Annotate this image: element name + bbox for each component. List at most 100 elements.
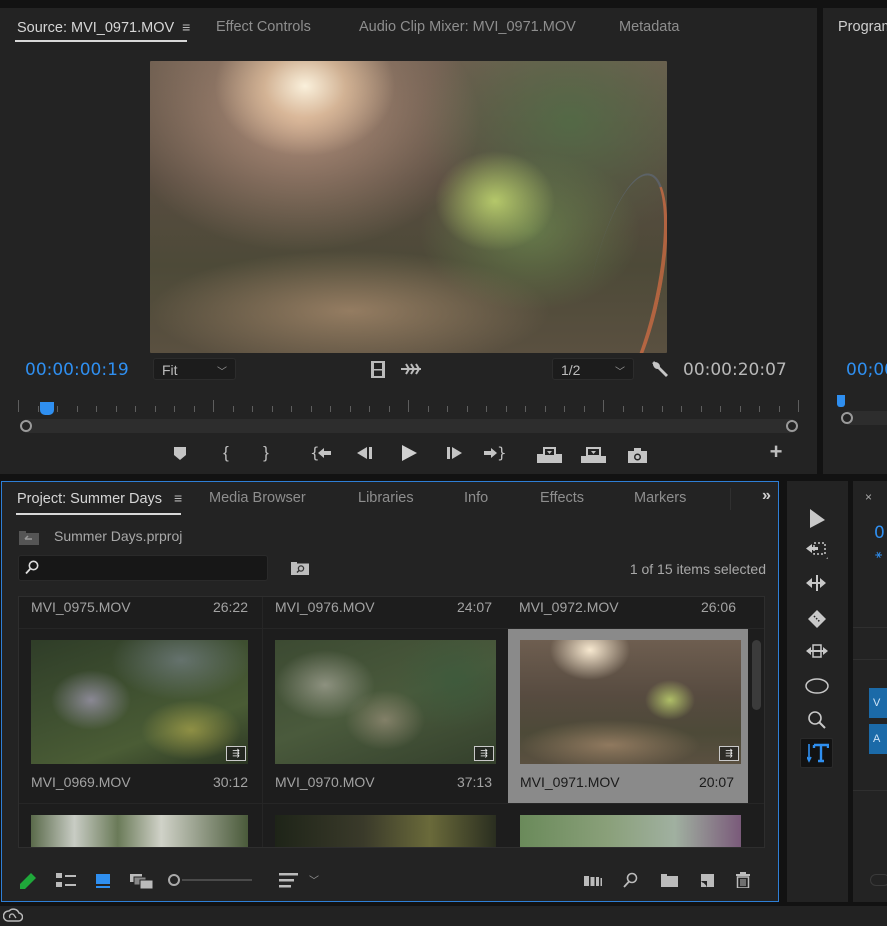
step-forward-button[interactable] <box>444 445 464 461</box>
item-thumbnail[interactable] <box>520 815 741 847</box>
tab-markers[interactable]: Markers <box>634 490 686 506</box>
tab-effects[interactable]: Effects <box>540 490 584 506</box>
project-item[interactable]: ⇶ MVI_0970.MOV 37:13 <box>263 629 506 803</box>
button-editor-add-button[interactable]: + <box>766 439 786 464</box>
snap-icon[interactable]: ⚹ <box>875 547 882 562</box>
tab-source[interactable]: Source: MVI_0971.MOV ≡ <box>17 19 190 36</box>
play-button[interactable] <box>399 444 419 462</box>
automate-to-sequence-icon[interactable] <box>583 874 603 888</box>
project-item[interactable]: MVI_0976.MOV 24:07 <box>263 597 506 627</box>
item-thumbnail[interactable] <box>275 815 496 847</box>
program-playhead[interactable] <box>837 395 845 407</box>
program-scroll-bar[interactable] <box>847 411 887 425</box>
parent-folder-icon[interactable] <box>18 529 40 545</box>
project-items-grid[interactable]: MVI_0975.MOV 26:22 MVI_0976.MOV 24:07 MV… <box>18 596 765 848</box>
thumbnail-size-slider[interactable] <box>182 879 252 881</box>
active-tab-underline <box>16 513 181 515</box>
freeform-view-icon[interactable] <box>130 873 154 889</box>
tools-panel <box>787 481 848 902</box>
razor-tool-icon[interactable] <box>806 608 828 630</box>
thumbnail-size-slider-handle[interactable] <box>168 874 180 886</box>
ripple-edit-tool-icon[interactable] <box>805 574 829 594</box>
panel-menu-icon[interactable]: ≡ <box>182 19 190 35</box>
project-item-selected[interactable]: ⇶ MVI_0971.MOV 20:07 <box>508 629 748 803</box>
go-to-in-button[interactable]: { <box>310 444 332 462</box>
timeline-timecode[interactable]: 0 <box>874 523 885 543</box>
creative-cloud-icon[interactable] <box>2 908 24 926</box>
write-protect-pencil-icon[interactable] <box>18 871 38 891</box>
item-thumbnail[interactable] <box>31 815 248 847</box>
track-target-audio[interactable]: A <box>869 724 887 754</box>
delete-trash-icon[interactable] <box>735 871 751 889</box>
playhead-marker[interactable] <box>40 402 54 415</box>
close-sequence-icon[interactable]: × <box>865 490 872 504</box>
sort-icons-icon[interactable] <box>278 872 298 888</box>
scroll-handle-left[interactable] <box>20 420 32 432</box>
scroll-handle-right[interactable] <box>786 420 798 432</box>
ruler-tick <box>96 406 97 412</box>
tab-program[interactable]: Program <box>838 19 887 35</box>
drag-audio-only-icon[interactable] <box>400 361 422 377</box>
ruler-tick <box>700 406 702 412</box>
vertical-type-tool-button[interactable] <box>800 738 833 768</box>
overflow-tabs-icon[interactable]: » <box>762 487 771 505</box>
new-bin-folder-icon[interactable] <box>659 873 679 887</box>
timeline-zoom-scrollbar[interactable] <box>870 874 887 886</box>
zoom-level-dropdown[interactable]: Fit ﹀ <box>153 358 236 380</box>
tab-libraries[interactable]: Libraries <box>358 490 414 506</box>
project-item[interactable]: ⇶ MVI_0969.MOV 30:12 <box>19 629 262 803</box>
sort-chevron-down-icon[interactable]: ﹀ <box>309 872 319 887</box>
export-frame-camera-button[interactable] <box>627 446 647 464</box>
ruler-tick <box>37 406 39 412</box>
find-icon[interactable] <box>622 872 638 888</box>
source-video-frame[interactable] <box>150 61 667 353</box>
program-timecode[interactable]: 00;00 <box>846 360 887 380</box>
svg-text:}: } <box>497 445 506 461</box>
active-tab-underline <box>15 40 187 42</box>
ruler-tick <box>720 406 721 412</box>
tab-project-label: Project: Summer Days <box>17 491 163 507</box>
track-select-tool-icon[interactable] <box>805 540 829 560</box>
grid-scrollbar[interactable] <box>752 640 761 710</box>
search-input[interactable] <box>18 555 268 581</box>
item-name: MVI_0970.MOV <box>275 774 375 790</box>
project-item[interactable]: MVI_0972.MOV 26:06 <box>507 597 750 627</box>
icon-view-icon[interactable] <box>95 872 111 890</box>
selection-tool-icon[interactable] <box>807 507 827 529</box>
new-item-icon[interactable] <box>699 872 715 888</box>
tab-effect-controls[interactable]: Effect Controls <box>216 19 311 35</box>
zoom-scroll-bar[interactable] <box>25 419 793 433</box>
ellipse-tool-icon[interactable] <box>804 676 830 696</box>
timeline-panel: × 0 ⚹ V A <box>853 481 887 902</box>
go-to-out-button[interactable]: } <box>484 444 506 462</box>
item-thumbnail[interactable]: ⇶ <box>520 640 741 764</box>
list-view-icon[interactable] <box>55 872 77 888</box>
tab-media-browser[interactable]: Media Browser <box>209 490 306 506</box>
mark-in-button[interactable]: { <box>218 443 234 462</box>
wrench-settings-icon[interactable] <box>650 359 670 379</box>
slip-tool-icon[interactable] <box>805 642 829 662</box>
tab-project[interactable]: Project: Summer Days ≡ <box>17 490 182 507</box>
project-item[interactable]: MVI_0975.MOV 26:22 <box>19 597 262 627</box>
tab-info[interactable]: Info <box>464 490 488 506</box>
mark-out-button[interactable]: } <box>258 443 274 462</box>
time-ruler[interactable] <box>18 400 799 412</box>
tab-metadata[interactable]: Metadata <box>619 19 679 35</box>
program-scroll-handle[interactable] <box>841 412 853 424</box>
item-thumbnail[interactable]: ⇶ <box>31 640 248 764</box>
panel-menu-icon[interactable]: ≡ <box>174 490 182 506</box>
overwrite-button[interactable] <box>580 446 606 464</box>
zoom-tool-icon[interactable] <box>805 709 829 731</box>
current-timecode[interactable]: 00:00:00:19 <box>25 360 129 380</box>
tab-audio-clip-mixer[interactable]: Audio Clip Mixer: MVI_0971.MOV <box>359 19 576 35</box>
ruler-tick <box>291 406 292 412</box>
track-target-video[interactable]: V <box>869 688 887 718</box>
playback-resolution-dropdown[interactable]: 1/2 ﹀ <box>552 358 634 380</box>
find-bin-icon[interactable] <box>290 560 310 576</box>
ruler-tick <box>57 406 58 412</box>
insert-button[interactable] <box>536 446 562 464</box>
add-marker-button[interactable] <box>171 444 189 462</box>
drag-video-only-icon[interactable] <box>370 360 386 378</box>
step-back-button[interactable] <box>355 445 375 461</box>
item-thumbnail[interactable]: ⇶ <box>275 640 496 764</box>
